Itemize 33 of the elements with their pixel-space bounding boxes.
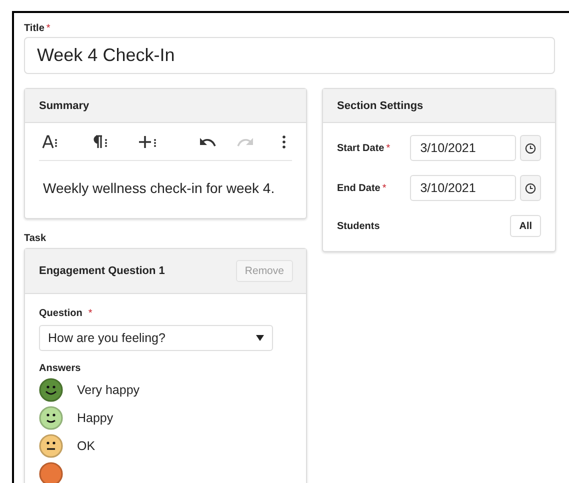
field-label: Question: [39, 308, 82, 319]
question-dropdown[interactable]: How are you feeling?: [39, 325, 273, 351]
date-field[interactable]: 3/10/2021: [410, 175, 516, 201]
card-title: Section Settings: [337, 100, 424, 112]
answer-label: Very happy: [77, 383, 140, 397]
field-label: End Date: [337, 182, 380, 194]
answer-label: OK: [77, 439, 96, 453]
required-mark: *: [46, 23, 50, 34]
date-field[interactable]: 3/10/2021: [410, 135, 516, 161]
students-button[interactable]: All: [510, 215, 541, 237]
summary-text: Weekly wellness check-in for week 4.: [42, 179, 276, 198]
field-label: Students: [337, 220, 380, 232]
card-title: Summary: [39, 100, 90, 112]
field-label: Start Date: [337, 142, 384, 154]
required-mark: *: [382, 182, 386, 194]
undo-icon: [199, 136, 216, 147]
card-title: Engagement Question 1: [39, 265, 165, 277]
redo-icon: [237, 136, 254, 147]
time-button[interactable]: [520, 175, 541, 201]
clock-icon: [525, 182, 536, 194]
time-button[interactable]: [520, 135, 541, 161]
clock-icon: [525, 142, 536, 154]
required-mark: *: [386, 142, 390, 154]
answer-label: Happy: [77, 411, 114, 425]
font-icon: [42, 134, 58, 148]
title-field[interactable]: Week 4 Check-In: [24, 37, 555, 74]
field-label: Answers: [39, 363, 82, 374]
section-label: Task: [24, 233, 48, 244]
field-label: Title: [24, 23, 44, 34]
caret-icon: [256, 335, 264, 341]
more-icon: [282, 134, 286, 148]
plus-icon: [138, 134, 157, 148]
required-mark: *: [88, 308, 92, 319]
